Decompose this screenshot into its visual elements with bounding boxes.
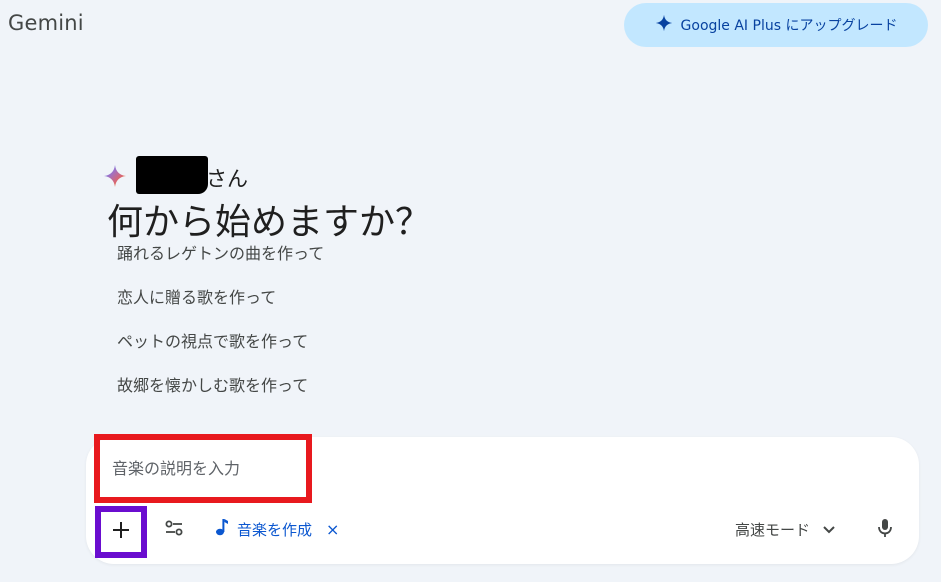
suggestion-item[interactable]: 恋人に贈る歌を作って [117,287,324,309]
chip-close-button[interactable]: × [326,520,339,539]
chevron-down-icon [822,520,836,539]
gemini-spark-icon [103,164,127,192]
music-note-icon [215,518,229,540]
add-button[interactable] [95,506,147,558]
greeting-suffix: さん [206,167,248,191]
app-title[interactable]: Gemini [8,11,84,35]
suggestion-item[interactable]: ペットの視点で歌を作って [117,331,324,353]
suggestion-item[interactable]: 踊れるレゲトンの曲を作って [117,243,324,265]
create-music-chip[interactable]: 音楽を作成 × [215,517,339,541]
suggestion-item[interactable]: 故郷を懐かしむ歌を作って [117,375,324,397]
tools-button[interactable] [163,517,185,539]
suggestion-list: 踊れるレゲトンの曲を作って 恋人に贈る歌を作って ペットの視点で歌を作って 故郷… [117,243,324,419]
create-music-chip-label: 音楽を作成 [237,520,313,539]
voice-input-button[interactable] [874,517,896,539]
upgrade-button[interactable]: Google AI Plus にアップグレード [624,3,928,47]
prompt-input-highlight [94,434,312,503]
prompt-composer: 音楽を作成 × 高速モード [86,434,919,564]
prompt-input[interactable] [100,459,302,478]
microphone-icon [874,519,896,543]
plus-icon [111,520,131,544]
greeting: さん [103,152,248,194]
tools-sliders-icon [163,520,185,543]
page-title: 何から始めますか？ [107,202,432,243]
mode-selector-label: 高速モード [735,520,811,539]
upgrade-button-label: Google AI Plus にアップグレード [680,18,898,34]
mode-selector[interactable]: 高速モード [735,517,836,541]
sparkle-icon [655,14,673,36]
redacted-username [136,156,208,194]
